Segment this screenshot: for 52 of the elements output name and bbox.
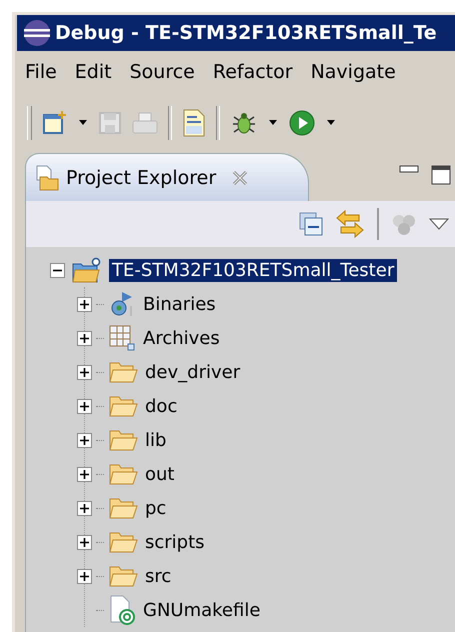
folder-icon: [108, 530, 138, 554]
caret-icon[interactable]: [78, 120, 88, 126]
view-tab[interactable]: Project Explorer: [25, 153, 310, 201]
folder-icon: [108, 496, 138, 520]
tree-item[interactable]: dev_driver: [142, 360, 244, 384]
menu-item[interactable]: Navigate: [310, 61, 410, 83]
caret-icon[interactable]: [326, 120, 336, 126]
expand-toggle-icon[interactable]: [77, 432, 92, 448]
window-title: Debug - TE-STM32F103RETSmall_Te: [55, 22, 437, 44]
new-file-icon[interactable]: [42, 110, 68, 136]
tree-item[interactable]: scripts: [142, 530, 208, 554]
caret-icon[interactable]: [268, 120, 278, 126]
view-menu-icon[interactable]: [429, 218, 449, 230]
collapse-toggle-icon[interactable]: [50, 262, 65, 278]
binary-file-icon[interactable]: [182, 109, 206, 137]
collapse-all-icon[interactable]: [299, 212, 323, 236]
link-arrows-icon[interactable]: [335, 209, 365, 239]
expand-toggle-icon[interactable]: [77, 466, 92, 482]
app-logo-icon: [23, 19, 51, 47]
folder-icon: [108, 394, 138, 418]
tree-item[interactable]: out: [142, 462, 178, 486]
expand-toggle-icon[interactable]: [77, 330, 92, 346]
expand-toggle-icon[interactable]: [77, 398, 92, 414]
run-icon[interactable]: [288, 109, 316, 137]
expand-toggle-icon[interactable]: [77, 534, 92, 550]
menu-item[interactable]: Edit: [74, 61, 126, 83]
folder-icon: [108, 564, 138, 588]
makefile-icon: [108, 595, 136, 625]
menu-item[interactable]: Source: [130, 61, 209, 83]
tree-item[interactable]: Archives: [140, 326, 223, 350]
menu-item[interactable]: Refactor: [212, 61, 307, 83]
expand-toggle-icon[interactable]: [77, 568, 92, 584]
expand-toggle-icon[interactable]: [77, 364, 92, 380]
tree-item[interactable]: TE-STM32F103RETSmall_Tester: [109, 258, 398, 282]
expand-toggle-icon[interactable]: [77, 500, 92, 516]
project-folder-icon: [71, 256, 103, 284]
tree-item[interactable]: src: [142, 564, 174, 588]
tree-item[interactable]: GNUmakefile: [140, 598, 264, 622]
folder-document-icon: [34, 164, 60, 190]
tree-item[interactable]: Binaries: [140, 292, 219, 316]
menu-item[interactable]: File: [25, 61, 71, 83]
tree-item[interactable]: pc: [142, 496, 170, 520]
close-icon[interactable]: [232, 170, 248, 186]
tree-item[interactable]: doc: [142, 394, 180, 418]
tree-item[interactable]: lib: [142, 428, 170, 452]
minimize-icon[interactable]: [399, 165, 419, 175]
folder-icon: [108, 360, 138, 384]
expand-toggle-icon[interactable]: [77, 296, 92, 312]
maximize-icon[interactable]: [431, 165, 451, 185]
archive-grid-icon: [108, 324, 136, 352]
folder-icon: [108, 462, 138, 486]
folder-icon: [108, 428, 138, 452]
